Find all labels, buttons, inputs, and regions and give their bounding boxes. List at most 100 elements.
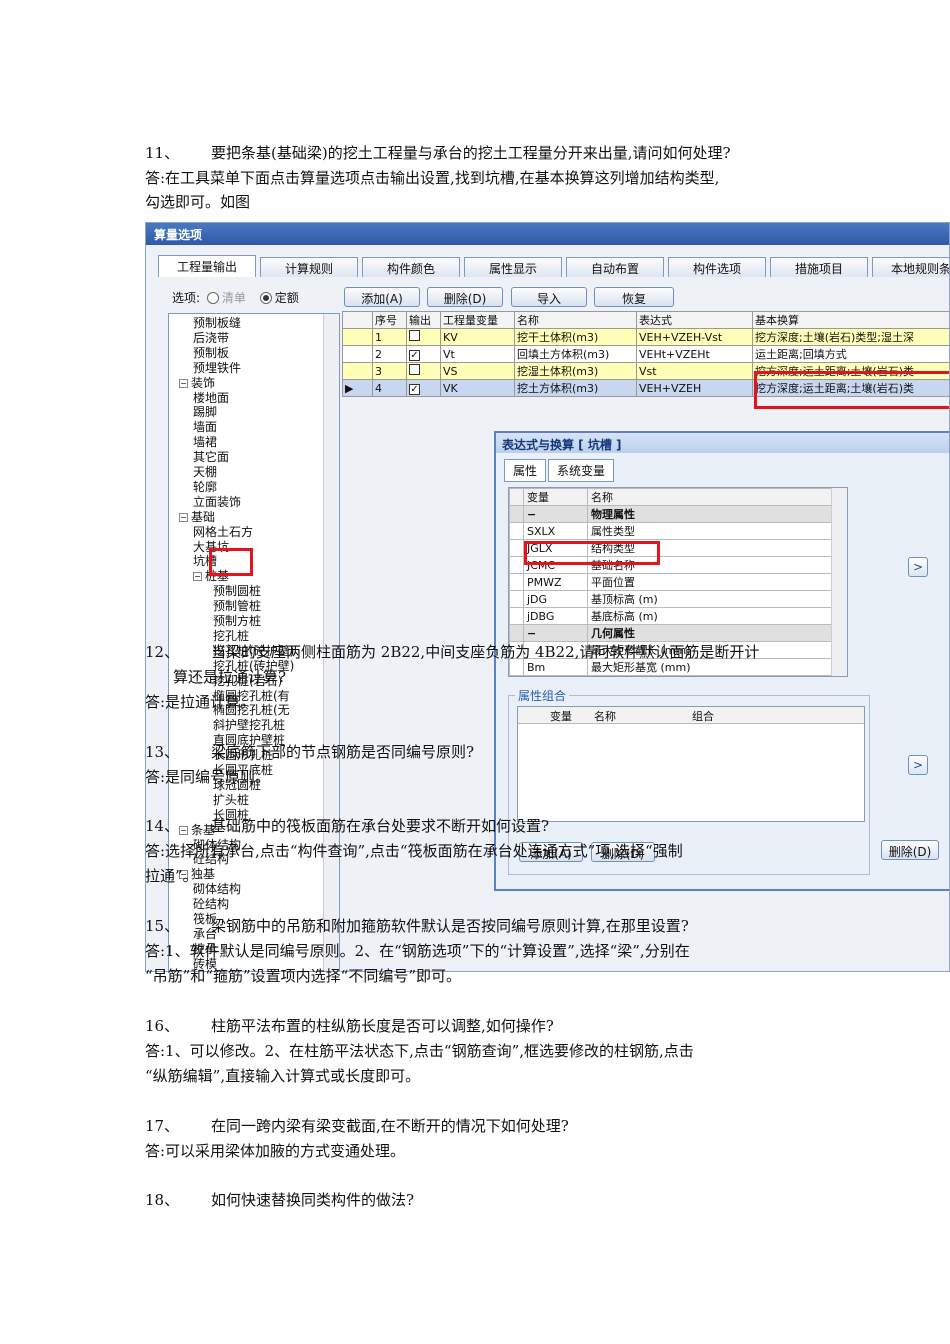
grid-header-expr: 表达式 <box>636 311 753 329</box>
right-delete-button[interactable]: 删除(D) <box>881 840 939 860</box>
row-output-cell[interactable] <box>406 362 441 380</box>
collapse-icon[interactable]: − <box>179 512 188 522</box>
row-marker <box>342 362 373 380</box>
radio-quota[interactable] <box>259 292 272 304</box>
q15-answer-line2: “吊筋”和“箍筋”设置项内选择“不同编号”即可。 <box>145 967 462 985</box>
collapse-icon[interactable]: − <box>179 825 188 835</box>
tree-item[interactable]: − 装饰 <box>179 376 215 391</box>
row-conv[interactable]: 挖方深度;土壤(岩石)类型;湿土深 <box>752 328 949 346</box>
q15-question: 梁钢筋中的吊筋和附加箍筋软件默认是否按同编号原则计算,在那里设置? <box>211 917 689 935</box>
row-conv[interactable]: 运土距离;回填方式 <box>752 345 949 363</box>
tree-item[interactable]: 墙裙 <box>193 435 217 450</box>
radio-list[interactable] <box>206 292 219 304</box>
tree-item[interactable]: 预制板缝 <box>193 316 241 331</box>
variable-group-row[interactable]: − 物理属性 <box>509 505 833 523</box>
options-tabs: 工程量输出 计算规则 构件颜色 属性显示 自动布置 构件选项 措施项目 本地规则… <box>158 255 949 277</box>
grid-header-no: 序号 <box>372 311 407 329</box>
tree-item[interactable]: 后浇带 <box>193 331 229 346</box>
table-row[interactable]: 1 KV 挖干土体积(m3) VEH+VZEH-Vst 挖方深度;土壤(岩石)类… <box>342 328 949 346</box>
tree-item[interactable]: 天棚 <box>193 465 217 480</box>
variable-row[interactable]: PMWZ 平面位置 <box>509 573 833 591</box>
row-output-cell[interactable]: ✓ <box>406 379 441 397</box>
tab-component-color[interactable]: 构件颜色 <box>362 257 460 277</box>
output-checkbox[interactable]: ✓ <box>409 383 420 395</box>
tree-item[interactable]: 预制圆桩 <box>213 584 261 599</box>
variable-row-blank <box>509 624 524 642</box>
table-row[interactable]: 2 ✓ Vt 回填土方体积(m3) VEHt+VZEHt 运土距离;回填方式 <box>342 345 949 363</box>
row-no: 2 <box>372 345 407 363</box>
tree-item-label: 墙面 <box>193 420 218 435</box>
tree-item[interactable]: − 条基 <box>179 823 215 838</box>
restore-button[interactable]: 恢复 <box>594 287 674 307</box>
variable-code: jDBG <box>523 607 588 625</box>
variable-row-blank <box>509 539 524 557</box>
combination-list[interactable]: 变量 名称 组合 <box>517 706 865 822</box>
output-checkbox[interactable] <box>409 364 420 375</box>
tab-local-rules[interactable]: 本地规则条 <box>872 257 949 277</box>
dialog-title: 表达式与换算 [ 坑槽 ] <box>496 433 949 453</box>
row-name: 挖湿土体积(m3) <box>514 362 637 380</box>
row-expr: VEHt+VZEHt <box>636 345 753 363</box>
variable-name: 属性类型 <box>587 522 833 540</box>
collapse-icon[interactable]: − <box>193 572 202 582</box>
variable-row[interactable]: 尺寸描述 <box>509 675 833 676</box>
tree-item[interactable]: 砌体结构 <box>193 882 241 897</box>
output-checkbox[interactable]: ✓ <box>409 349 420 361</box>
group-title: 属性组合 <box>515 687 570 704</box>
tab-calc-rules[interactable]: 计算规则 <box>260 257 358 277</box>
delete-button[interactable]: 删除(D) <box>427 287 503 307</box>
row-output-cell[interactable]: ✓ <box>406 345 441 363</box>
variable-code: jDG <box>523 590 588 608</box>
tree-item[interactable]: 立面装饰 <box>193 495 241 510</box>
variable-code: − <box>523 624 588 642</box>
add-arrow-button-1[interactable]: > <box>908 557 928 577</box>
import-button[interactable]: 导入 <box>511 287 587 307</box>
variable-row[interactable]: jDBG 基底标高 (m) <box>509 607 833 625</box>
collapse-icon[interactable]: − <box>179 378 188 388</box>
tab-auto-layout[interactable]: 自动布置 <box>566 257 664 277</box>
variable-row-blank <box>509 573 524 591</box>
q12-number: 12、 <box>145 643 180 661</box>
variable-header-name: 名称 <box>587 488 833 506</box>
variable-group-row[interactable]: − 几何属性 <box>509 624 833 642</box>
tab-system-vars[interactable]: 系统变量 <box>548 459 615 482</box>
tree-item[interactable]: 墙面 <box>193 420 217 435</box>
row-var: KV <box>440 328 515 346</box>
tab-measures[interactable]: 措施项目 <box>770 257 868 277</box>
grid-header-conv: 基本换算 <box>752 311 949 329</box>
tree-item[interactable]: 斜护壁挖孔桩 <box>213 718 285 733</box>
tree-item[interactable]: 网格土石方 <box>193 525 253 540</box>
tree-item[interactable]: 轮廓 <box>193 480 217 495</box>
tree-item[interactable]: 其它面 <box>193 450 229 465</box>
add-button[interactable]: 添加(A) <box>344 287 420 307</box>
tree-item-label: 预制圆桩 <box>213 584 262 599</box>
add-arrow-button-2[interactable]: > <box>908 755 928 775</box>
tree-item-label: 踢脚 <box>193 405 218 420</box>
tree-item[interactable]: 砼结构 <box>193 897 229 912</box>
variable-scrollbar[interactable] <box>831 488 847 676</box>
tree-item[interactable]: 楼地面 <box>193 391 229 406</box>
variable-row[interactable]: jDG 基顶标高 (m) <box>509 590 833 608</box>
tree-item[interactable]: 预制板 <box>193 346 229 361</box>
tree-item[interactable]: 踢脚 <box>193 405 217 420</box>
row-output-cell[interactable] <box>406 328 441 346</box>
variable-name: 几何属性 <box>587 624 833 642</box>
option-row: 选项: 清单 定额 <box>172 289 299 306</box>
tree-item[interactable]: 扩头桩 <box>213 793 249 808</box>
tree-item[interactable]: 预制方桩 <box>213 614 261 629</box>
tree-item[interactable]: − 基础 <box>179 510 215 525</box>
variable-name: 平面位置 <box>587 573 833 591</box>
tab-component-options[interactable]: 构件选项 <box>668 257 766 277</box>
tab-attributes[interactable]: 属性 <box>504 459 547 482</box>
q17-answer: 答:可以采用梁体加腋的方式变通处理。 <box>145 1142 406 1160</box>
tree-item[interactable]: 预埋铁件 <box>193 361 241 376</box>
output-checkbox[interactable] <box>409 330 420 341</box>
tree-item[interactable]: 预制管桩 <box>213 599 261 614</box>
radio-list-label: 清单 <box>221 291 246 305</box>
q12-answer: 答:是拉通计算。 <box>145 693 256 711</box>
variable-row[interactable]: SXLX 属性类型 <box>509 522 833 540</box>
tab-attribute-display[interactable]: 属性显示 <box>464 257 562 277</box>
tab-quantity-output[interactable]: 工程量输出 <box>158 255 256 277</box>
row-marker <box>342 345 373 363</box>
q13-answer: 答:是同编号原则。 <box>145 768 271 786</box>
